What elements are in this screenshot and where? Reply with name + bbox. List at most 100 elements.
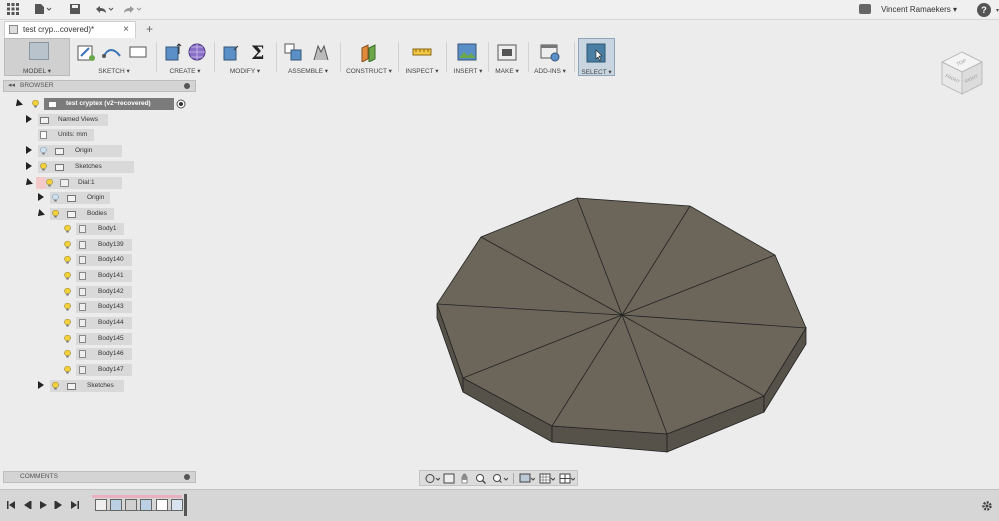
scripts-addins-icon[interactable] — [540, 42, 560, 62]
pan-hand-icon[interactable] — [459, 473, 471, 484]
help-icon[interactable]: ? — [977, 3, 991, 17]
visibility-bulb-icon[interactable] — [64, 256, 71, 264]
comments-panel-header[interactable]: COMMENTS — [3, 471, 196, 483]
comments-pin-icon[interactable] — [184, 474, 190, 480]
step-back-icon[interactable] — [22, 500, 32, 510]
orbit-icon[interactable] — [424, 473, 440, 484]
body-node[interactable]: Body145 — [76, 333, 132, 345]
tree-root[interactable]: test cryptex (v2~recovered) — [12, 98, 192, 110]
document-tab[interactable]: test cryp...covered)* × — [4, 21, 136, 38]
tree-units[interactable]: Units: mm — [24, 129, 124, 141]
body-node[interactable]: Body139 — [76, 239, 132, 251]
body-node[interactable]: Body144 — [76, 317, 132, 329]
zoom-icon[interactable] — [475, 473, 487, 484]
measure-icon[interactable] — [412, 42, 432, 62]
insert-image-icon[interactable] — [457, 42, 477, 62]
insert-group[interactable]: INSERT ▾ — [450, 38, 486, 76]
activate-radio-icon[interactable] — [176, 99, 186, 109]
tree-named-views[interactable]: Named Views — [24, 114, 124, 126]
extrude-icon[interactable] — [163, 42, 183, 62]
visibility-bulb-icon[interactable] — [46, 179, 53, 187]
go-to-start-icon[interactable] — [6, 500, 16, 510]
named-views-node[interactable]: Named Views — [38, 114, 108, 126]
visibility-bulb-icon[interactable] — [64, 303, 71, 311]
save-icon[interactable] — [68, 3, 82, 17]
workspace-switcher[interactable]: MODEL ▾ — [4, 38, 70, 76]
units-node[interactable]: Units: mm — [38, 129, 94, 141]
tree-dial[interactable]: Dial:1 — [23, 177, 124, 189]
collapse-browser-icon[interactable]: ◂◂ — [8, 81, 15, 89]
joint-icon[interactable] — [311, 42, 331, 62]
expand-arrow-icon[interactable] — [26, 162, 32, 170]
sketches-node[interactable]: Sketches — [38, 161, 134, 173]
app-grid-icon[interactable] — [6, 3, 20, 17]
make-group[interactable]: MAKE ▾ — [490, 38, 524, 76]
bodies-node[interactable]: Bodies — [50, 208, 114, 220]
file-menu-icon[interactable] — [34, 3, 52, 17]
settings-gear-icon[interactable] — [981, 500, 993, 512]
viewports-icon[interactable] — [559, 473, 575, 484]
line-icon[interactable] — [102, 42, 122, 62]
expand-arrow-icon[interactable] — [26, 115, 32, 123]
create-sketch-icon[interactable] — [76, 42, 96, 62]
collapse-arrow-icon[interactable] — [35, 209, 45, 219]
visibility-bulb-icon[interactable] — [64, 366, 71, 374]
visibility-bulb-icon[interactable] — [52, 210, 59, 218]
assemble-group[interactable]: ASSEMBLE ▾ — [280, 38, 336, 76]
tree-sketches[interactable]: Sketches — [24, 161, 134, 173]
display-settings-icon[interactable] — [519, 473, 535, 484]
play-icon[interactable] — [38, 500, 48, 510]
visibility-bulb-off-icon[interactable] — [52, 194, 59, 202]
timeline-marker-handle[interactable] — [184, 494, 187, 516]
user-menu[interactable]: Vincent Ramaekers ▾ — [881, 5, 957, 14]
dial-component-node[interactable]: Dial:1 — [46, 177, 122, 189]
body-node[interactable]: Body140 — [76, 254, 132, 266]
go-to-end-icon[interactable] — [70, 500, 80, 510]
visibility-bulb-icon[interactable] — [64, 335, 71, 343]
visibility-bulb-icon[interactable] — [32, 100, 39, 108]
tree-bodies[interactable]: Bodies — [35, 208, 136, 220]
look-at-icon[interactable] — [443, 473, 455, 484]
select-cursor-icon[interactable] — [586, 43, 606, 63]
addins-group[interactable]: ADD-INS ▾ — [530, 38, 570, 76]
browser-header[interactable]: ◂◂ BROWSER — [3, 80, 196, 92]
body-node[interactable]: Body142 — [76, 286, 132, 298]
expand-arrow-icon[interactable] — [26, 146, 32, 154]
dial-sketches-node[interactable]: Sketches — [50, 380, 124, 392]
body-node[interactable]: Body146 — [76, 348, 132, 360]
expand-arrow-icon[interactable] — [13, 99, 23, 109]
new-component-icon[interactable] — [283, 42, 303, 62]
step-forward-icon[interactable] — [54, 500, 64, 510]
timeline-feature-image[interactable] — [110, 499, 122, 511]
undo-icon[interactable] — [94, 3, 114, 17]
visibility-bulb-icon[interactable] — [64, 272, 71, 280]
body-node[interactable]: Body141 — [76, 270, 132, 282]
sketch-group[interactable]: SKETCH ▾ — [74, 38, 154, 76]
visibility-bulb-icon[interactable] — [40, 163, 47, 171]
browser-pin-icon[interactable] — [184, 83, 190, 89]
visibility-bulb-icon[interactable] — [64, 225, 71, 233]
tree-dial-origin[interactable]: Origin — [36, 192, 136, 204]
visibility-bulb-icon[interactable] — [64, 319, 71, 327]
body-node[interactable]: Body143 — [76, 301, 132, 313]
offset-plane-icon[interactable] — [359, 42, 379, 62]
tree-origin[interactable]: Origin — [24, 145, 124, 157]
timeline-feature-sketch[interactable] — [95, 499, 107, 511]
root-component[interactable]: test cryptex (v2~recovered) — [44, 98, 174, 110]
parameters-sigma-icon[interactable]: Σ — [249, 42, 269, 62]
form-icon[interactable] — [187, 42, 207, 62]
expand-arrow-icon[interactable] — [38, 381, 44, 389]
timeline-feature-image[interactable] — [140, 499, 152, 511]
tree-dial-sketches[interactable]: Sketches — [36, 380, 136, 392]
press-pull-icon[interactable] — [221, 42, 241, 62]
construct-group[interactable]: CONSTRUCT ▾ — [344, 38, 394, 76]
timeline-feature-component[interactable] — [125, 499, 137, 511]
visibility-bulb-off-icon[interactable] — [40, 147, 47, 155]
chat-icon[interactable] — [859, 4, 871, 14]
rectangle-icon[interactable] — [128, 42, 148, 62]
visibility-bulb-icon[interactable] — [64, 241, 71, 249]
visibility-bulb-icon[interactable] — [52, 382, 59, 390]
dial-origin-node[interactable]: Origin — [50, 192, 110, 204]
body-node[interactable]: Body1 — [76, 223, 124, 235]
redo-icon[interactable] — [122, 3, 142, 17]
